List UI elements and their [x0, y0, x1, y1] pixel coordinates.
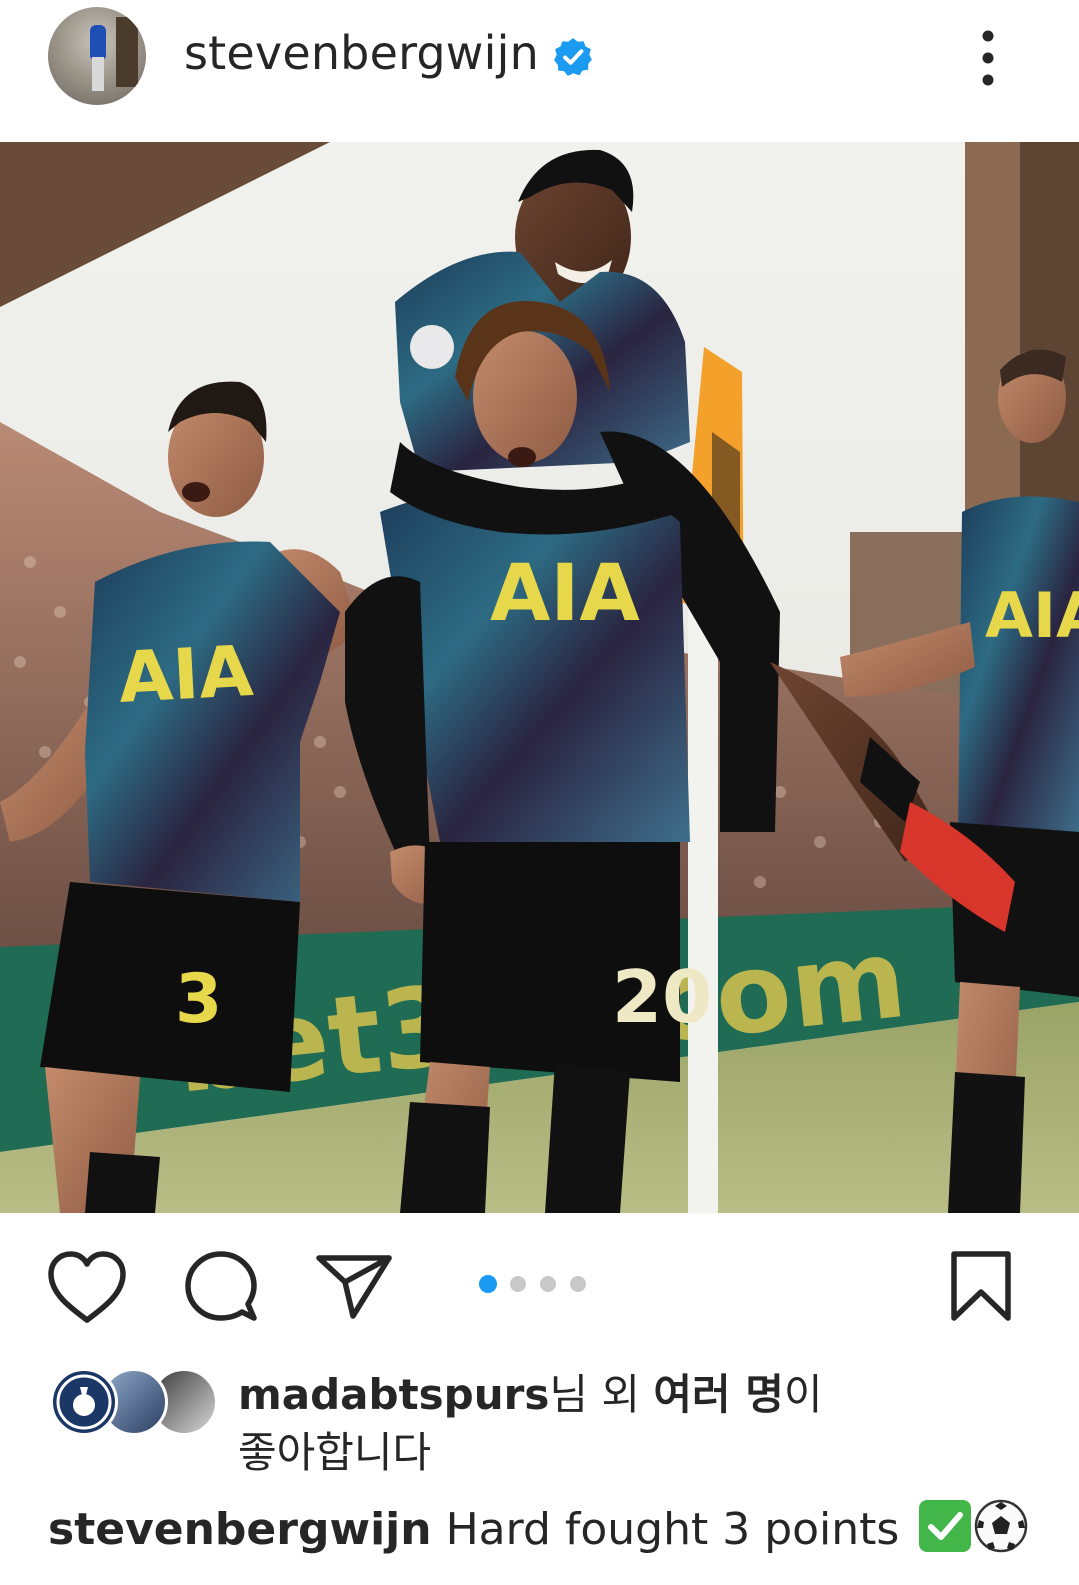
- verified-badge-icon: [554, 38, 592, 76]
- premier-league-badge: [410, 325, 454, 369]
- left-jersey-number: 3: [175, 960, 222, 1039]
- avatar-figure: [90, 25, 106, 59]
- post-photo[interactable]: bet365.com AIA 3: [0, 142, 1079, 1213]
- celebration-photo-illustration: bet365.com AIA 3: [0, 142, 1079, 1213]
- comment-bubble-icon[interactable]: [182, 1250, 260, 1328]
- avatar-background-door: [116, 17, 138, 87]
- spurs-crest-icon: [56, 1374, 112, 1430]
- right-jersey-sponsor: AIA: [985, 579, 1079, 652]
- liked-by-suffix2: 이: [783, 1370, 823, 1419]
- bookmark-icon[interactable]: [948, 1250, 1014, 1322]
- liker-avatar-madabtspurs: [50, 1368, 118, 1436]
- carousel-dot: [510, 1276, 526, 1292]
- carousel-dot: [570, 1276, 586, 1292]
- liked-by-avatars[interactable]: [50, 1368, 218, 1440]
- liked-by-text[interactable]: madabtspurs님 외 여러 명이 좋아합니다: [238, 1366, 1038, 1482]
- more-vertical-icon[interactable]: [978, 28, 998, 88]
- heart-icon[interactable]: [47, 1250, 127, 1324]
- carousel-dot: [540, 1276, 556, 1292]
- liked-by-others[interactable]: 여러 명: [653, 1370, 784, 1419]
- liked-by-line2: 좋아합니다: [238, 1428, 432, 1477]
- liked-by-username[interactable]: madabtspurs: [238, 1370, 549, 1419]
- post-caption: stevenbergwijn Hard fought 3 points: [48, 1498, 1068, 1562]
- avatar-figure-legs: [92, 57, 104, 91]
- caption-username[interactable]: stevenbergwijn: [48, 1504, 432, 1555]
- check-mark-emoji-icon: [919, 1500, 972, 1552]
- center-jersey-number: 20: [612, 955, 712, 1039]
- center-jersey-sponsor: AIA: [490, 549, 640, 639]
- soccer-ball-emoji-icon: [975, 1499, 1028, 1553]
- author-username[interactable]: stevenbergwijn: [184, 26, 539, 80]
- left-jersey-sponsor: AIA: [117, 630, 256, 719]
- carousel-indicator: [479, 1275, 589, 1294]
- author-avatar[interactable]: [48, 7, 146, 105]
- carousel-dot-active: [479, 1275, 497, 1293]
- caption-text: Hard fought 3 points: [445, 1504, 900, 1555]
- liked-by-suffix1: 님 외: [549, 1370, 654, 1419]
- paper-plane-icon[interactable]: [315, 1254, 393, 1320]
- post-header: stevenbergwijn: [0, 0, 1079, 142]
